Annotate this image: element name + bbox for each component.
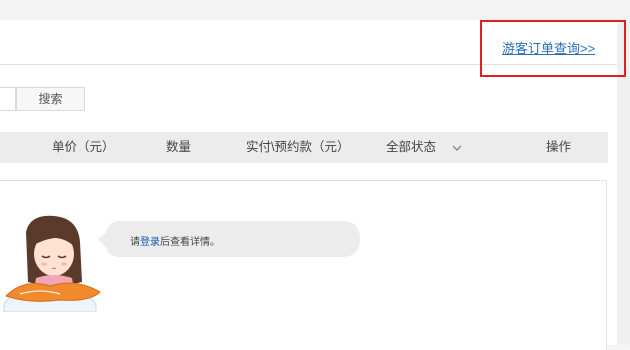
empty-state-message: 请登录后查看详情。 <box>130 233 220 248</box>
status-filter-dropdown[interactable]: 全部状态 <box>386 132 462 163</box>
status-filter-label: 全部状态 <box>386 140 437 154</box>
column-quantity: 数量 <box>166 140 192 154</box>
mascot-girl-icon <box>3 215 101 312</box>
guest-order-link[interactable]: 游客订单查询>> <box>502 38 595 57</box>
message-prefix: 请 <box>130 237 140 248</box>
search-input[interactable] <box>0 87 16 111</box>
order-table-header: 单价（元） 数量 实付\预约款（元） 全部状态 操作 <box>0 132 608 163</box>
column-unit-price: 单价（元） <box>52 140 115 154</box>
column-paid-amount: 实付\预约款（元） <box>246 140 350 154</box>
search-button[interactable]: 搜索 <box>16 87 85 111</box>
top-strip <box>0 0 630 20</box>
chevron-down-icon <box>452 132 462 163</box>
column-actions: 操作 <box>546 140 572 154</box>
message-suffix: 后查看详情。 <box>160 237 220 248</box>
login-link[interactable]: 登录 <box>140 237 160 248</box>
